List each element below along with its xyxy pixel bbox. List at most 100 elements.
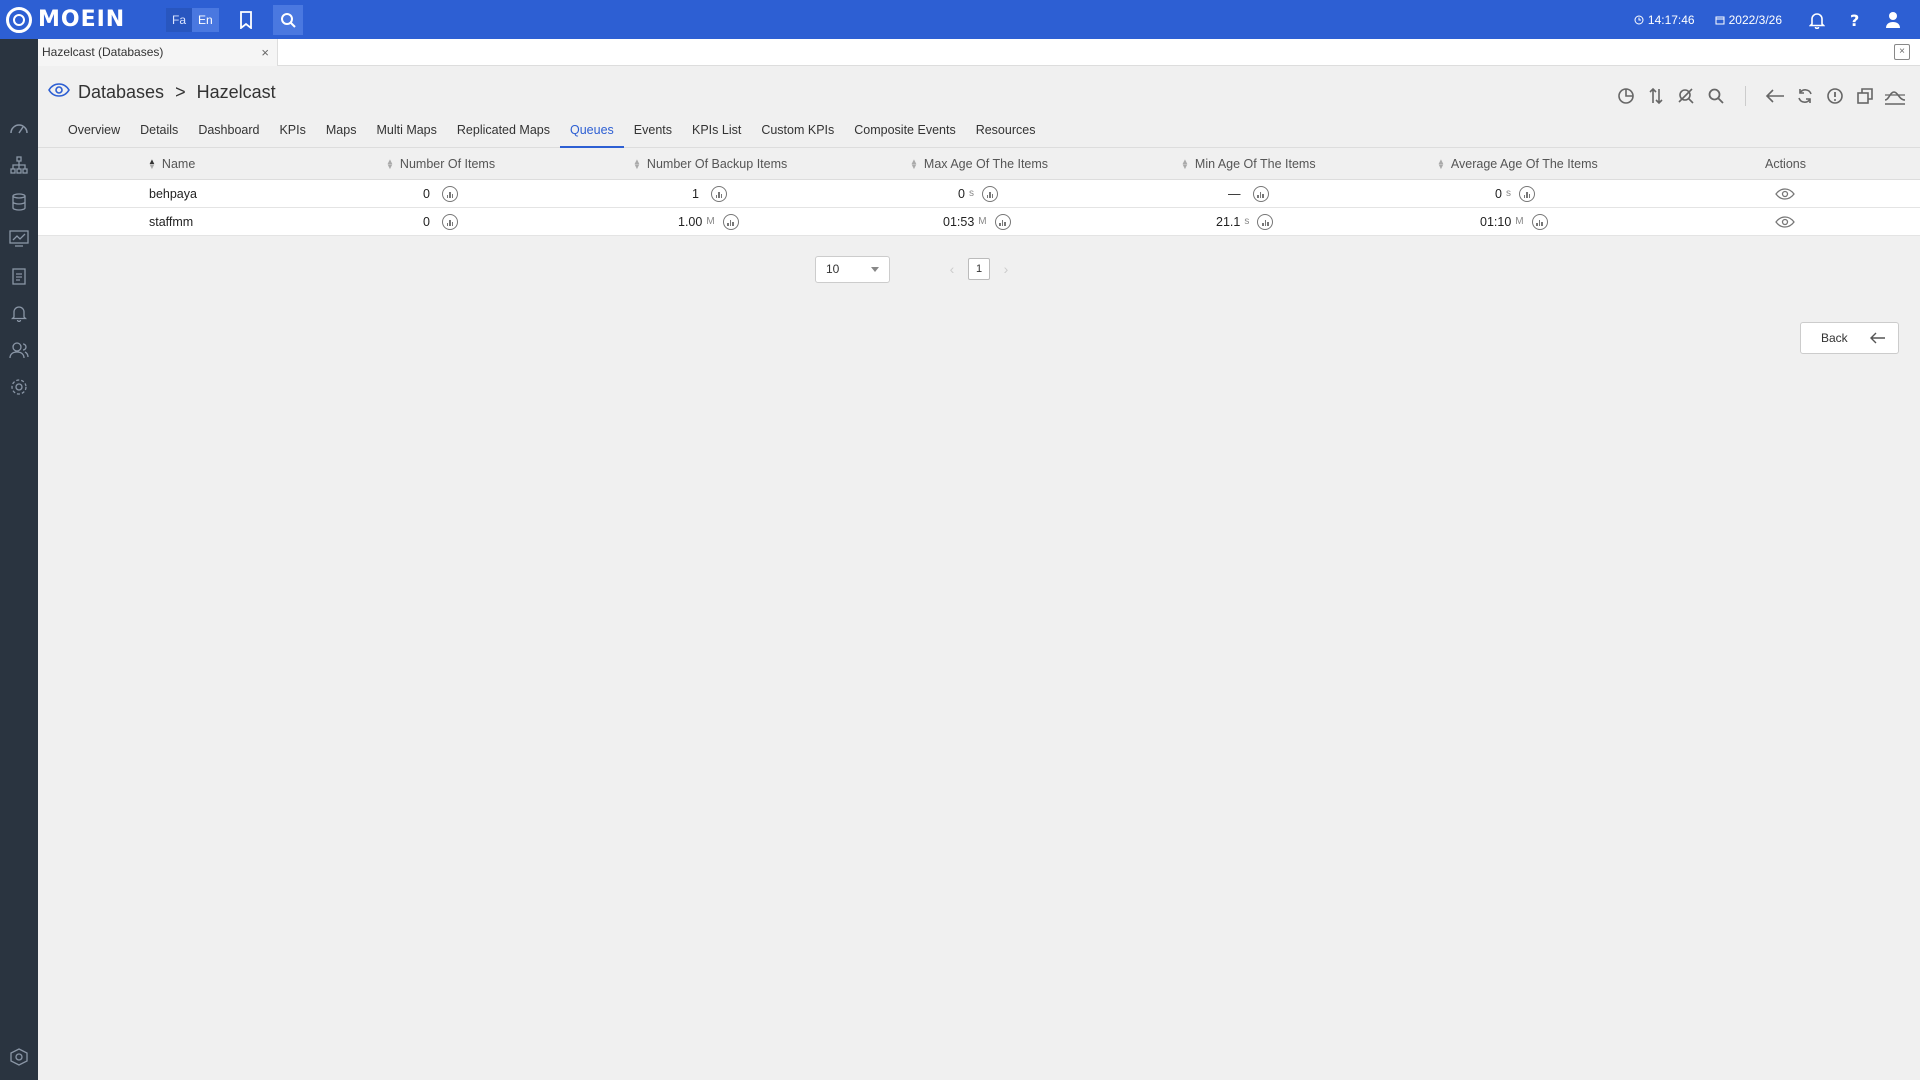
tab-custom-kpis[interactable]: Custom KPIs: [751, 112, 844, 148]
table-header: ▲ ▼ Name ▲ ▼ Number Of Items ▲ ▼ Number Of …: [38, 148, 1920, 180]
page-number-button[interactable]: 1: [968, 258, 990, 280]
current-date: 2022/3/26: [1728, 12, 1782, 27]
settings-gear-icon[interactable]: [0, 368, 38, 405]
bell-icon[interactable]: [1802, 5, 1832, 35]
sort-icon[interactable]: ▲ ▼: [1437, 157, 1445, 170]
queue-name[interactable]: behpaya: [149, 187, 197, 201]
back-button-label: Back: [1821, 331, 1848, 345]
section-tabs: Overview Details Dashboard KPIs Maps Mul…: [38, 112, 1920, 148]
document-tab[interactable]: Hazelcast (Databases) ×: [38, 39, 278, 66]
history-chart-icon[interactable]: [441, 185, 458, 202]
history-chart-icon[interactable]: [981, 185, 998, 202]
sort-icon[interactable]: ▲ ▼: [1181, 157, 1189, 170]
breadcrumb-separator: >: [175, 82, 186, 102]
history-chart-icon[interactable]: [1518, 185, 1535, 202]
table-row: staffmm 0 1.00 M 01:53 M 21.1 s 01:10 M: [38, 208, 1920, 236]
topology-icon[interactable]: [0, 146, 38, 183]
history-chart-icon[interactable]: [994, 213, 1011, 230]
history-chart-icon[interactable]: [441, 213, 458, 230]
header-toolbar: [1611, 84, 1910, 108]
tab-replicated-maps[interactable]: Replicated Maps: [447, 112, 560, 148]
next-page-button[interactable]: ›: [996, 258, 1016, 280]
view-eye-icon[interactable]: [1774, 215, 1796, 229]
tab-maps[interactable]: Maps: [316, 112, 367, 148]
sort-icon[interactable]: ▲ ▼: [148, 157, 156, 170]
page-header: Databases > Hazelcast: [38, 66, 1920, 112]
max-age-cell: 01:53 M: [943, 213, 1011, 230]
sort-icon[interactable]: ▲ ▼: [633, 157, 641, 170]
monitor-icon[interactable]: [0, 220, 38, 257]
tab-queues[interactable]: Queues: [560, 112, 624, 148]
lang-fa-button[interactable]: Fa: [166, 7, 193, 32]
tab-events[interactable]: Events: [624, 112, 682, 148]
sort-icon[interactable]: ▲ ▼: [910, 157, 918, 170]
search-icon[interactable]: [272, 4, 303, 35]
document-tab-label: Hazelcast (Databases): [42, 45, 164, 59]
tab-details[interactable]: Details: [130, 112, 188, 148]
info-alert-icon[interactable]: [1820, 84, 1850, 108]
tab-dashboard[interactable]: Dashboard: [188, 112, 269, 148]
column-backup-header[interactable]: ▲ ▼ Number Of Backup Items: [633, 157, 787, 171]
tab-multi-maps[interactable]: Multi Maps: [366, 112, 446, 148]
pie-chart-icon[interactable]: [1611, 84, 1641, 108]
back-arrow-icon[interactable]: [1760, 84, 1790, 108]
column-max-age-header[interactable]: ▲ ▼ Max Age Of The Items: [910, 157, 1048, 171]
eye-icon: [48, 83, 70, 100]
logo[interactable]: MOEIN: [6, 6, 156, 33]
prev-page-button[interactable]: ‹: [942, 258, 962, 280]
calendar-icon: [1715, 16, 1725, 24]
sort-arrows-icon[interactable]: [1641, 84, 1671, 108]
sort-icon[interactable]: ▲ ▼: [386, 157, 394, 170]
tab-kpis-list[interactable]: KPIs List: [682, 112, 751, 148]
database-icon[interactable]: [0, 183, 38, 220]
tab-kpis[interactable]: KPIs: [269, 112, 315, 148]
current-time: 14:17:46: [1647, 12, 1695, 27]
clock-icon: [1634, 15, 1644, 24]
copy-window-icon[interactable]: [1850, 84, 1880, 108]
search-table-icon[interactable]: [1701, 84, 1731, 108]
history-chart-icon[interactable]: [710, 185, 727, 202]
items-cell: 0: [423, 185, 458, 202]
min-age-cell: 21.1 s: [1216, 213, 1274, 230]
column-min-age-header[interactable]: ▲ ▼ Min Age Of The Items: [1181, 157, 1316, 171]
chevron-down-icon: [871, 267, 879, 272]
close-tab-icon[interactable]: ×: [261, 39, 269, 66]
dashboard-gauge-icon[interactable]: [0, 109, 38, 146]
history-chart-icon[interactable]: [722, 213, 739, 230]
tab-overview[interactable]: Overview: [58, 112, 130, 148]
column-name-header[interactable]: ▲ ▼ Name: [148, 157, 195, 171]
column-avg-age-header[interactable]: ▲ ▼ Average Age Of The Items: [1437, 157, 1598, 171]
breadcrumb-parent[interactable]: Databases: [78, 82, 164, 102]
collapse-sidebar-icon[interactable]: [0, 1042, 38, 1072]
report-icon[interactable]: [0, 257, 38, 294]
history-chart-icon[interactable]: [1257, 213, 1274, 230]
clear-filter-icon[interactable]: [1671, 84, 1701, 108]
actions-cell: [1774, 215, 1796, 229]
history-chart-icon[interactable]: [1252, 185, 1269, 202]
users-icon[interactable]: [0, 331, 38, 368]
alert-bell-icon[interactable]: [0, 294, 38, 331]
max-age-cell: 0s: [958, 185, 998, 202]
avg-age-cell: 0s: [1495, 185, 1535, 202]
backup-cell: 1: [692, 185, 727, 202]
backup-cell: 1.00 M: [678, 213, 739, 230]
user-icon[interactable]: [1878, 5, 1908, 35]
close-all-tabs-icon[interactable]: ×: [1894, 44, 1910, 60]
trend-chart-icon[interactable]: [1880, 84, 1910, 108]
table-row: behpaya 0 1 0s — 0s: [38, 180, 1920, 208]
date: 2022/3/26: [1715, 13, 1782, 27]
column-items-header[interactable]: ▲ ▼ Number Of Items: [386, 157, 495, 171]
queue-name[interactable]: staffmm: [149, 215, 193, 229]
tab-resources[interactable]: Resources: [966, 112, 1046, 148]
tab-composite-events[interactable]: Composite Events: [844, 112, 965, 148]
view-eye-icon[interactable]: [1774, 187, 1796, 201]
lang-en-button[interactable]: En: [192, 7, 219, 32]
help-icon[interactable]: ?: [1840, 5, 1870, 35]
refresh-icon[interactable]: [1790, 84, 1820, 108]
page-size-select[interactable]: 10: [815, 256, 890, 283]
breadcrumb-current: Hazelcast: [196, 82, 276, 102]
column-actions-header: Actions: [1765, 156, 1806, 171]
back-button[interactable]: Back: [1800, 322, 1899, 354]
history-chart-icon[interactable]: [1531, 213, 1548, 230]
bookmark-icon[interactable]: [231, 5, 261, 35]
